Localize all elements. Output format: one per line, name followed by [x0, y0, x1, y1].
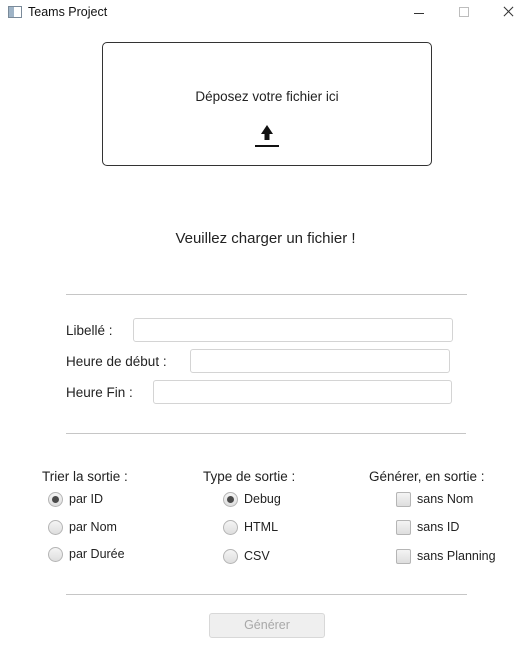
upload-icon	[255, 125, 279, 147]
without-planning-checkbox[interactable]	[396, 549, 411, 564]
status-message: Veuillez charger un fichier !	[175, 230, 356, 247]
file-drop-zone[interactable]: Déposez votre fichier ici	[102, 42, 432, 166]
sort-group-title: Trier la sortie :	[42, 469, 128, 484]
minimize-button[interactable]	[409, 2, 431, 22]
generate-button[interactable]: Générer	[209, 613, 325, 638]
sort-by-name-label[interactable]: par Nom	[69, 520, 117, 534]
sort-by-duration-radio[interactable]	[48, 547, 63, 562]
without-name-label[interactable]: sans Nom	[417, 492, 473, 506]
heure-debut-input[interactable]	[190, 349, 450, 373]
heure-debut-label: Heure de début :	[66, 354, 167, 369]
separator	[66, 433, 466, 434]
output-csv-radio[interactable]	[223, 549, 238, 564]
heure-fin-label: Heure Fin :	[66, 385, 133, 400]
title-bar: Teams Project	[0, 0, 531, 26]
output-debug-label[interactable]: Debug	[244, 492, 281, 506]
sort-by-id-label[interactable]: par ID	[69, 492, 103, 506]
output-html-label[interactable]: HTML	[244, 520, 278, 534]
without-planning-label[interactable]: sans Planning	[417, 549, 496, 563]
output-debug-radio[interactable]	[223, 492, 238, 507]
sort-by-duration-label[interactable]: par Durée	[69, 547, 125, 561]
maximize-button[interactable]	[455, 2, 477, 22]
window-title: Teams Project	[28, 5, 108, 19]
drop-zone-label: Déposez votre fichier ici	[195, 89, 339, 104]
sort-by-name-radio[interactable]	[48, 520, 63, 535]
sort-by-id-radio[interactable]	[48, 492, 63, 507]
libelle-input[interactable]	[133, 318, 453, 342]
separator	[66, 594, 467, 595]
output-csv-label[interactable]: CSV	[244, 549, 270, 563]
without-id-checkbox[interactable]	[396, 520, 411, 535]
app-icon	[8, 6, 22, 18]
heure-fin-input[interactable]	[153, 380, 452, 404]
generate-options-group-title: Générer, en sortie :	[369, 469, 485, 484]
close-button[interactable]	[496, 2, 522, 22]
libelle-label: Libellé :	[66, 323, 113, 338]
separator	[66, 294, 467, 295]
output-type-group-title: Type de sortie :	[203, 469, 296, 484]
output-html-radio[interactable]	[223, 520, 238, 535]
without-id-label[interactable]: sans ID	[417, 520, 459, 534]
without-name-checkbox[interactable]	[396, 492, 411, 507]
